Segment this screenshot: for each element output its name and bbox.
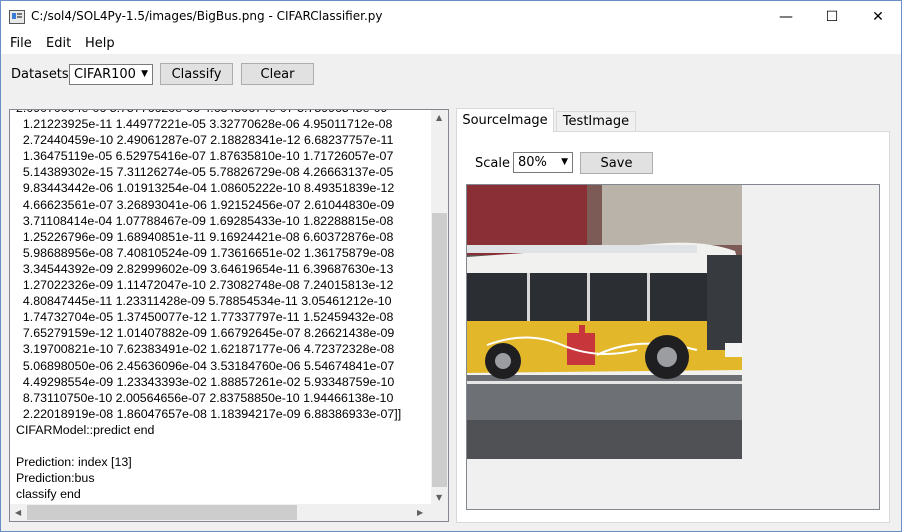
dataset-select-value: CIFAR100 bbox=[74, 67, 136, 82]
log-line: 1.25226796e-09 1.68940851e-11 9.16924421… bbox=[16, 229, 394, 244]
log-textarea[interactable]: 2.09070064e-06 5.75776620e-06 4.63450674… bbox=[9, 109, 449, 522]
minimize-icon: — bbox=[779, 8, 793, 25]
log-line: 2.22018919e-08 1.86047657e-08 1.18394217… bbox=[16, 406, 402, 421]
scale-select-value: 80% bbox=[518, 155, 547, 170]
bus-photo bbox=[467, 185, 742, 459]
menu-edit[interactable]: Edit bbox=[46, 36, 71, 51]
log-line: 5.14389302e-15 7.31126274e-05 5.78826729… bbox=[16, 165, 394, 180]
log-line: 2.09070064e-06 5.75776620e-06 4.63450674… bbox=[16, 110, 432, 116]
scroll-up-arrow-icon[interactable]: ▲ bbox=[436, 113, 442, 122]
log-line: Prediction:bus bbox=[16, 471, 95, 486]
scroll-left-arrow-icon[interactable]: ◀ bbox=[15, 508, 21, 517]
log-horizontal-scrollbar[interactable]: ◀ ▶ bbox=[10, 504, 431, 521]
log-line: 8.73110750e-10 2.00564656e-07 2.83758850… bbox=[16, 390, 394, 405]
maximize-icon: ☐ bbox=[825, 8, 839, 25]
log-line: 9.83443442e-06 1.01913254e-04 1.08605222… bbox=[16, 181, 395, 196]
title-bar[interactable]: C:/sol4/SOL4Py-1.5/images/BigBus.png - C… bbox=[1, 1, 901, 32]
log-line: 1.27022326e-09 1.11472047e-10 2.73082748… bbox=[16, 278, 394, 293]
classify-button[interactable]: Classify bbox=[160, 63, 233, 85]
datasets-label: Datasets bbox=[11, 67, 69, 82]
log-text: 2.09070064e-06 5.75776620e-06 4.63450674… bbox=[16, 110, 432, 502]
image-viewer[interactable] bbox=[466, 184, 880, 510]
close-button[interactable]: ✕ bbox=[855, 1, 901, 32]
tab-source-image[interactable]: SourceImage bbox=[456, 108, 554, 132]
app-icon bbox=[9, 10, 25, 24]
log-line: 4.66623561e-07 3.26893041e-06 1.92152456… bbox=[16, 197, 395, 212]
log-line: CIFARModel::predict end bbox=[16, 422, 155, 437]
chevron-down-icon: ▼ bbox=[561, 157, 568, 167]
log-line: 7.65279159e-12 1.01407882e-09 1.66792645… bbox=[16, 326, 395, 341]
scroll-down-arrow-icon[interactable]: ▼ bbox=[436, 493, 442, 502]
minimize-button[interactable]: — bbox=[763, 1, 809, 32]
log-line: 3.19700821e-10 7.62383491e-02 1.62187177… bbox=[16, 342, 395, 357]
main-window: C:/sol4/SOL4Py-1.5/images/BigBus.png - C… bbox=[0, 0, 902, 532]
menu-file[interactable]: File bbox=[10, 36, 32, 51]
close-icon: ✕ bbox=[872, 8, 884, 25]
log-vertical-scroll-thumb[interactable] bbox=[432, 213, 447, 487]
scale-select[interactable]: 80% ▼ bbox=[513, 152, 573, 173]
log-line: 1.36475119e-05 6.52975416e-07 1.87635810… bbox=[16, 149, 394, 164]
log-line: 3.34544392e-09 2.82999602e-09 3.64619654… bbox=[16, 261, 394, 276]
dataset-select[interactable]: CIFAR100 ▼ bbox=[69, 64, 153, 85]
scroll-right-arrow-icon[interactable]: ▶ bbox=[417, 508, 423, 517]
save-button[interactable]: Save bbox=[580, 152, 653, 174]
log-vertical-scrollbar[interactable]: ▲ ▼ bbox=[431, 110, 448, 506]
log-horizontal-scroll-thumb[interactable] bbox=[27, 505, 297, 520]
log-line: 3.71108414e-04 1.07788467e-09 1.69285433… bbox=[16, 213, 394, 228]
log-line: 5.98688956e-08 7.40810524e-09 1.73616651… bbox=[16, 245, 395, 260]
menu-bar: File Edit Help bbox=[1, 32, 901, 54]
chevron-down-icon: ▼ bbox=[141, 69, 148, 79]
log-line: 4.80847445e-11 1.23311428e-09 5.78854534… bbox=[16, 294, 392, 309]
log-line: Prediction: index [13] bbox=[16, 455, 132, 470]
maximize-button[interactable]: ☐ bbox=[809, 1, 855, 32]
log-line: 1.74732704e-05 1.37450077e-12 1.77337797… bbox=[16, 310, 394, 325]
scale-label: Scale bbox=[475, 156, 510, 171]
log-line: 1.21223925e-11 1.44977221e-05 3.32770628… bbox=[16, 117, 393, 132]
log-line: 2.72440459e-10 2.49061287e-07 2.18828341… bbox=[16, 133, 394, 148]
menu-help[interactable]: Help bbox=[85, 36, 115, 51]
log-line: 4.49298554e-09 1.23343393e-02 1.88857261… bbox=[16, 374, 395, 389]
clear-button[interactable]: Clear bbox=[241, 63, 314, 85]
scroll-corner bbox=[431, 504, 448, 521]
tab-test-image[interactable]: TestImage bbox=[556, 111, 636, 132]
log-line: classify end bbox=[16, 487, 81, 502]
log-line: 5.06898050e-06 2.45636096e-04 3.53184760… bbox=[16, 358, 395, 373]
window-title: C:/sol4/SOL4Py-1.5/images/BigBus.png - C… bbox=[31, 9, 383, 23]
